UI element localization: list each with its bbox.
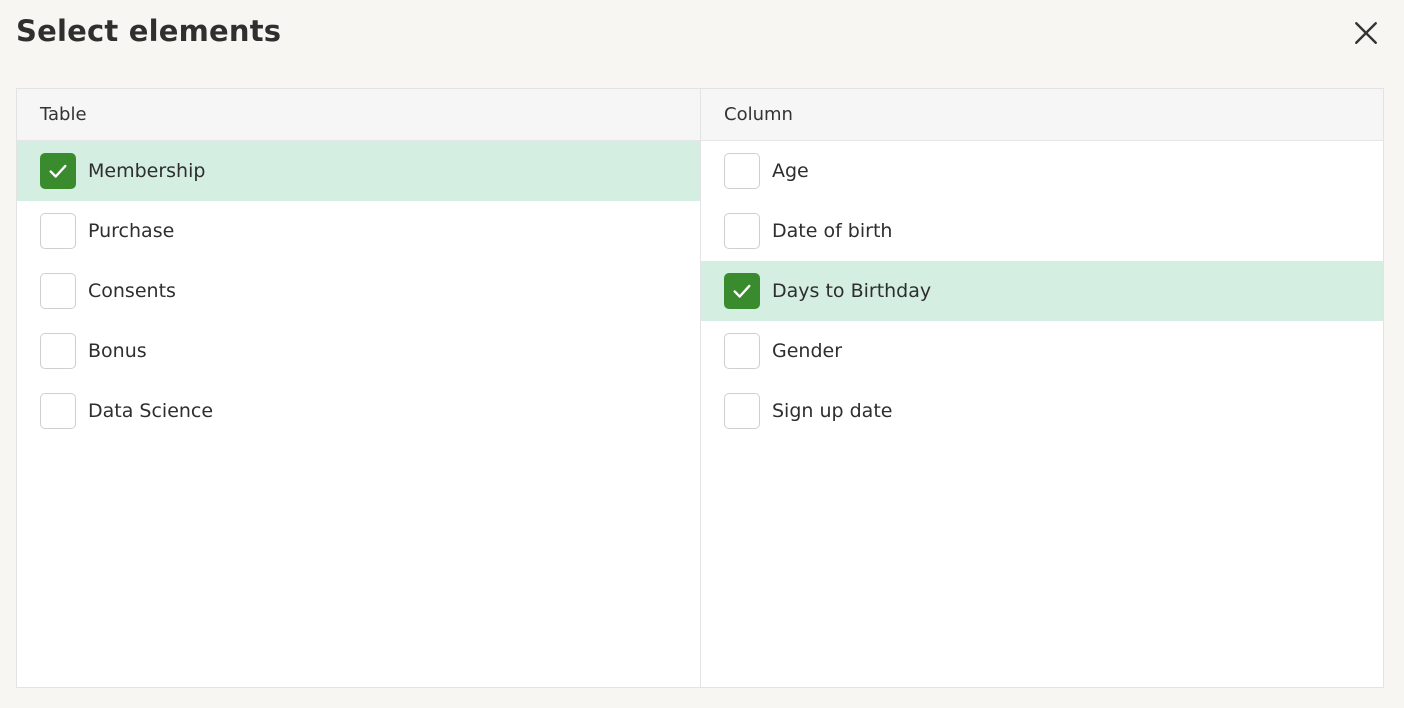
column-item[interactable]: Date of birth — [701, 201, 1383, 261]
table-item-label: Consents — [88, 280, 176, 302]
table-pane-header: Table — [17, 89, 700, 141]
column-item-label: Gender — [772, 340, 843, 362]
checkmark-icon — [49, 164, 67, 178]
table-item[interactable]: Purchase — [17, 201, 700, 261]
column-checkbox[interactable] — [724, 153, 760, 189]
table-item[interactable]: Data Science — [17, 381, 700, 441]
table-checkbox[interactable] — [40, 213, 76, 249]
column-list: Age Date of birth Days to Birthday Gender Si… — [701, 141, 1383, 441]
checkmark-icon — [733, 284, 751, 298]
column-checkbox[interactable] — [724, 393, 760, 429]
column-item[interactable]: Gender — [701, 321, 1383, 381]
column-item-label: Date of birth — [772, 220, 893, 242]
table-item-label: Membership — [88, 160, 206, 182]
table-item[interactable]: Membership — [17, 141, 700, 201]
column-item[interactable]: Age — [701, 141, 1383, 201]
close-icon — [1355, 22, 1377, 44]
column-item-label: Sign up date — [772, 400, 893, 422]
table-checkbox[interactable] — [40, 393, 76, 429]
table-pane: Table Membership Purchase Consents Bonus Dat… — [17, 89, 700, 687]
column-checkbox[interactable] — [724, 273, 760, 309]
column-item-label: Days to Birthday — [772, 280, 932, 302]
table-item[interactable]: Bonus — [17, 321, 700, 381]
dialog-title: Select elements — [16, 14, 282, 48]
table-checkbox[interactable] — [40, 153, 76, 189]
column-pane-header: Column — [701, 89, 1383, 141]
table-checkbox[interactable] — [40, 273, 76, 309]
column-checkbox[interactable] — [724, 333, 760, 369]
close-button[interactable] — [1350, 17, 1382, 49]
column-pane: Column Age Date of birth Days to Birthday G… — [700, 89, 1383, 687]
table-item-label: Bonus — [88, 340, 147, 362]
column-item[interactable]: Days to Birthday — [701, 261, 1383, 321]
table-item-label: Purchase — [88, 220, 175, 242]
table-checkbox[interactable] — [40, 333, 76, 369]
table-item[interactable]: Consents — [17, 261, 700, 321]
column-checkbox[interactable] — [724, 213, 760, 249]
selection-panel: Table Membership Purchase Consents Bonus Dat… — [16, 88, 1384, 688]
column-item[interactable]: Sign up date — [701, 381, 1383, 441]
table-list: Membership Purchase Consents Bonus Data Scie… — [17, 141, 700, 441]
column-item-label: Age — [772, 160, 809, 182]
table-item-label: Data Science — [88, 400, 214, 422]
